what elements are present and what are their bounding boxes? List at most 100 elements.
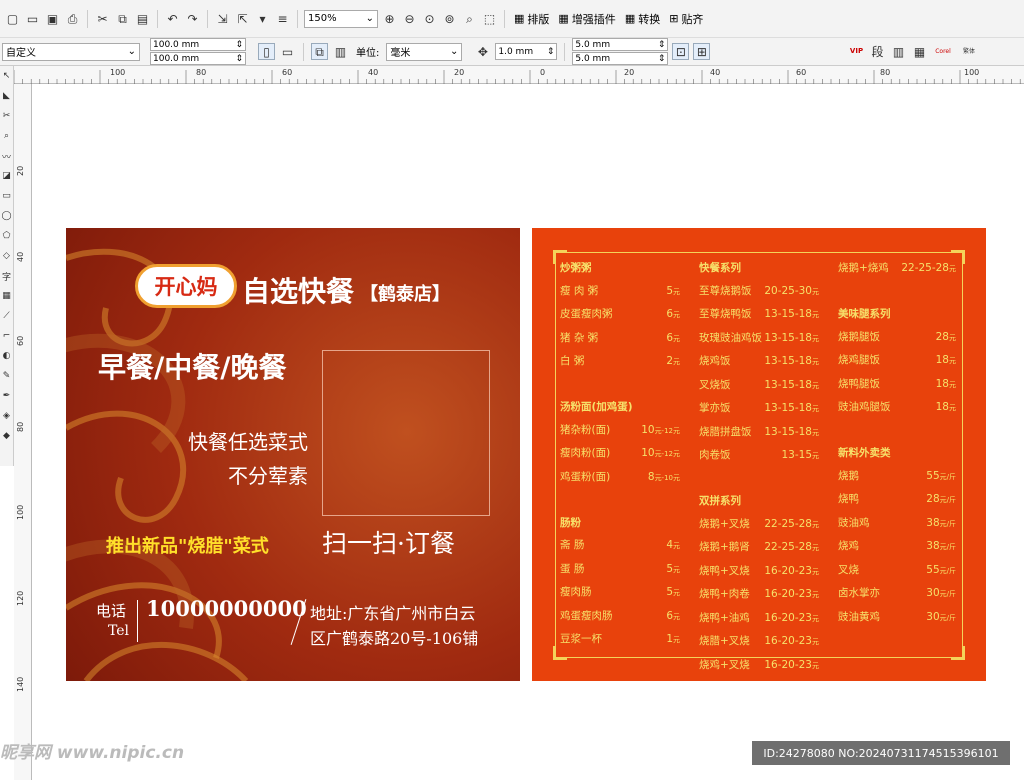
interactive-fill-icon[interactable]: ◆ (0, 426, 13, 446)
business-card-front[interactable]: 开心妈 自选快餐 【鹤泰店】 早餐/中餐/晚餐 快餐任选菜式 不分荤素 推出新品… (66, 228, 520, 681)
traditional-chinese-icon[interactable]: 繁体 (958, 43, 980, 60)
redo-icon[interactable]: ↷ (184, 10, 201, 27)
new-file-icon[interactable]: ▢ (4, 10, 21, 27)
zoom-fit-icon[interactable]: ⊙ (421, 10, 438, 27)
menu-column-1: 炒粥粥瘦 肉 粥 5元 皮蛋瘦肉粥 6元猪 杂 粥 6元白 粥 2元 汤粉面(加鸡蛋) 猪杂粉… (560, 257, 680, 652)
menu-item-name: 烧鹅+烧鸡 (838, 262, 889, 274)
zoom-page-icon[interactable]: ⊚ (441, 10, 458, 27)
zoom-in-icon[interactable]: ⊕ (381, 10, 398, 27)
open-file-icon[interactable]: ▭ (24, 10, 41, 27)
draw-bounds-icon[interactable]: ⊞ (693, 43, 711, 60)
outline-tool-icon[interactable]: ✒ (0, 386, 13, 406)
shape-tool-icon[interactable]: ◣ (0, 86, 13, 106)
menu-item-name: 豆浆一杯 (560, 633, 602, 645)
unit-select[interactable]: 毫米 ⌄ (386, 42, 463, 61)
price-value: 13-15-18 (764, 308, 812, 320)
parallel-dimension-icon[interactable]: ⟋ (0, 306, 13, 326)
treat-as-filled-icon[interactable]: ⊡ (672, 43, 690, 60)
nudge-field[interactable]: 1.0 mm ⇕ (495, 43, 558, 60)
menu-item-price: 6元 (666, 327, 680, 351)
publish-icon[interactable]: ▾ (254, 10, 271, 27)
qrcode-icon[interactable]: ▦ (911, 43, 928, 60)
polygon-tool-icon[interactable]: ⬠ (0, 226, 13, 246)
all-pages-icon[interactable]: ⧉ (311, 43, 328, 60)
menu-item: 叉烧 55元/斤 (838, 559, 956, 583)
plugin-button[interactable]: ▦ 增强插件 (555, 11, 618, 27)
price-value: 13-15-18 (764, 402, 812, 414)
zoom-selected-icon[interactable]: ⌕ (461, 10, 478, 27)
page-width-field[interactable]: 100.0 mm ⇕ (150, 38, 246, 51)
price-value: 16-20-23 (764, 564, 812, 577)
zoom-out-icon[interactable]: ⊖ (401, 10, 418, 27)
price-unit: 元/斤 (939, 472, 956, 481)
zoom-select[interactable]: 150% ⌄ (304, 9, 378, 28)
price-unit: 元 (949, 357, 956, 365)
meals-heading: 早餐/中餐/晚餐 (98, 351, 287, 384)
arrange-button[interactable]: ▦ 排版 (511, 11, 552, 27)
fixed-button[interactable]: 段 (869, 43, 886, 60)
menu-item: 烧鸭+肉卷 16-20-23元 (699, 583, 819, 607)
menu-item: 烧鸡腿饭 18元 (838, 349, 956, 373)
import-icon[interactable]: ⇲ (214, 10, 231, 27)
cut-icon[interactable]: ✂ (94, 10, 111, 27)
menu-spacer (699, 468, 819, 491)
fill-tool-icon[interactable]: ◈ (0, 406, 13, 426)
ellipse-tool-icon[interactable]: ◯ (0, 206, 13, 226)
barcode-icon[interactable]: ▥ (890, 43, 907, 60)
save-icon[interactable]: ▣ (44, 10, 61, 27)
pick-tool-icon[interactable]: ↖ (0, 66, 13, 86)
address-line-1: 地址:广东省广州市白云 (310, 604, 476, 623)
connector-icon[interactable]: ⌐ (0, 326, 13, 346)
copy-icon[interactable]: ⧉ (114, 10, 131, 27)
table-tool-icon[interactable]: ▦ (0, 286, 13, 306)
dup-y-field[interactable]: 5.0 mm ⇕ (572, 52, 669, 65)
price-value: 1 (666, 633, 673, 645)
vip-icon[interactable]: VIP (848, 43, 865, 60)
menu-item-price: 5元 (666, 280, 680, 304)
price-unit: 元 (949, 333, 956, 342)
menu-item: 叉烧饭 13-15-18元 (699, 374, 819, 398)
crop-tool-icon[interactable]: ✂ (0, 106, 13, 126)
landscape-icon[interactable]: ▭ (279, 43, 296, 60)
price-unit: 元-12元 (654, 426, 680, 435)
price-value: 4 (666, 539, 673, 551)
toolbox: ↖ ◣ ✂ ⌕ 〰 ◪ ▭ ◯ ⬠ ◇ 字 ▦ ⟋ ⌐ ◐ ✎ ✒ ◈ ◆ (0, 66, 14, 466)
price-unit: 元 (673, 334, 680, 343)
page-height-field[interactable]: 100.0 mm ⇕ (150, 52, 246, 65)
menu-item-price: 30元/斤 (926, 606, 956, 630)
tagline-1: 快餐任选菜式 (188, 430, 308, 454)
current-page-icon[interactable]: ▥ (332, 43, 349, 60)
print-icon[interactable]: ⎙ (64, 10, 81, 27)
blend-tool-icon[interactable]: ◐ (0, 346, 13, 366)
vertical-ruler[interactable]: 20 40 60 80 100 120 140 (14, 84, 32, 780)
menu-item: 烧鹅+叉烧 22-25-28元 (699, 513, 819, 537)
zoom-width-icon[interactable]: ⬚ (481, 10, 498, 27)
rectangle-tool-icon[interactable]: ▭ (0, 186, 13, 206)
snap-button[interactable]: ⊞ 贴齐 (666, 11, 706, 27)
menu-item: 猪杂粉(面) 10元-12元 (560, 419, 680, 443)
paste-icon[interactable]: ▤ (134, 10, 151, 27)
menu-item-name: 瘦肉粉(面) (560, 447, 611, 459)
export-icon[interactable]: ⇱ (234, 10, 251, 27)
menu-item: 烧腊拼盘饭 13-15-18元 (699, 421, 819, 445)
undo-icon[interactable]: ↶ (164, 10, 181, 27)
text-tool-icon[interactable]: 字 (0, 266, 13, 286)
page-preset-select[interactable]: 自定义 ⌄ (2, 42, 140, 61)
convert-button[interactable]: ▦ 转换 (622, 11, 663, 27)
corel-icon[interactable]: Corel (932, 43, 954, 60)
eyedropper-icon[interactable]: ✎ (0, 366, 13, 386)
menu-item-price: 1元 (666, 628, 680, 652)
portrait-icon[interactable]: ▯ (258, 43, 275, 60)
freehand-tool-icon[interactable]: 〰 (0, 146, 13, 166)
smart-fill-icon[interactable]: ◪ (0, 166, 13, 186)
horizontal-ruler[interactable]: 100 80 60 40 20 0 20 40 60 80 100 (14, 66, 1024, 84)
price-unit: 元 (673, 358, 680, 366)
options-icon[interactable]: ≡ (274, 10, 291, 27)
zoom-tool-icon[interactable]: ⌕ (0, 126, 13, 146)
menu-item-price: 13-15-18元 (764, 421, 819, 445)
price-unit: 元 (812, 381, 819, 390)
menu-item: 烧鸭 28元/斤 (838, 488, 956, 512)
basic-shapes-icon[interactable]: ◇ (0, 246, 13, 266)
dup-x-field[interactable]: 5.0 mm ⇕ (572, 38, 669, 51)
menu-item-name: 烧鹅+鹅肾 (699, 541, 750, 553)
